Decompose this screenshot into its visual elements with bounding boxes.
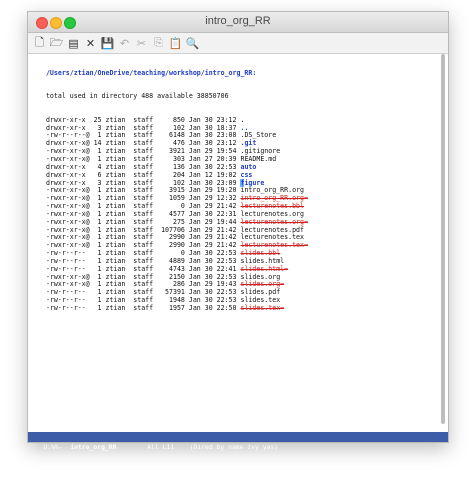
file-metadata: -rw-r--r-- 1 ztian staff 1948 Jan 30 22:… <box>38 296 241 305</box>
open-folder-icon[interactable]: 🗁 <box>49 36 64 51</box>
file-metadata: drwxr-xr-x 3 ztian staff 102 Jan 30 18:3… <box>38 123 241 132</box>
file-metadata: -rwxr-xr-x@ 1 ztian staff 286 Jan 29 19:… <box>38 280 241 289</box>
file-metadata: -rwxr-xr-x@ 1 ztian staff 2990 Jan 29 21… <box>38 233 241 242</box>
mode-line-position: All L11 <box>147 443 175 451</box>
file-name[interactable]: slides.tex~ <box>240 304 284 312</box>
file-metadata: -rwxr-xr-x@ 1 ztian staff 275 Jan 29 19:… <box>38 217 241 226</box>
mode-line-status: U:%%- <box>43 443 63 451</box>
file-name[interactable]: slides.html <box>240 257 284 265</box>
close-buffer-icon[interactable]: ✕ <box>83 36 98 51</box>
window-title: intro_org_RR <box>205 15 271 27</box>
file-metadata: -rw-r--r-- 1 ztian staff 57391 Jan 30 22… <box>38 288 241 297</box>
toolbar: 🗋 🗁 ▤ ✕ 💾 ↶ ✂ ⎘ 📋 🔍 <box>28 33 448 54</box>
file-metadata: drwxr-xr-x 3 ztian staff 102 Jan 30 23:0… <box>38 178 241 187</box>
file-name[interactable]: . <box>240 116 244 124</box>
file-metadata: -rwxr-xr-x@ 1 ztian staff 3921 Jan 29 19… <box>38 147 241 156</box>
new-file-icon[interactable]: 🗋 <box>32 36 47 51</box>
file-metadata: drwxr-xr-x 25 ztian staff 850 Jan 30 23:… <box>38 115 241 124</box>
file-metadata: -rw-r--r-- 1 ztian staff 0 Jan 30 22:53 <box>38 249 241 258</box>
file-name[interactable]: lecturenotes.org <box>240 210 304 218</box>
title-bar: intro_org_RR <box>28 12 448 33</box>
file-name[interactable]: slides.html~ <box>240 265 288 273</box>
file-name[interactable]: slides.tex <box>240 296 280 304</box>
search-icon[interactable]: 🔍 <box>185 36 200 51</box>
mode-line: U:%%- intro_org_RR All L11 (Dired by nam… <box>28 432 448 451</box>
file-name[interactable]: auto <box>240 163 256 171</box>
file-metadata: -rwxr-xr-x@ 1 ztian staff 4577 Jan 30 22… <box>38 209 241 218</box>
file-name[interactable]: README.md <box>240 155 276 163</box>
dired-buffer[interactable]: /Users/ztian/OneDrive/teaching/workshop/… <box>28 54 448 432</box>
file-name[interactable]: lecturenotes.tex~ <box>240 241 308 249</box>
text-cursor: f <box>240 178 245 187</box>
emacs-window: intro_org_RR 🗋 🗁 ▤ ✕ 💾 ↶ ✂ ⎘ 📋 🔍 /Users/ztian/One… <box>27 11 449 451</box>
file-name[interactable]: lecturenotes.bbl <box>240 202 304 210</box>
file-metadata: -rwxr-xr-x@ 1 ztian staff 0 Jan 29 21:42 <box>38 202 241 211</box>
file-name[interactable]: lecturenotes.pdf <box>240 226 304 234</box>
paste-icon[interactable]: 📋 <box>168 36 183 51</box>
file-name[interactable]: slides.pdf <box>240 288 280 296</box>
mode-line-modes: (Dired by name ivy yas) <box>189 443 279 451</box>
file-metadata: drwxr-xr-x@ 14 ztian staff 476 Jan 30 23… <box>38 139 241 148</box>
file-metadata: drwxr-xr-x 6 ztian staff 204 Jan 12 19:0… <box>38 170 241 179</box>
copy-icon[interactable]: ⎘ <box>151 36 166 51</box>
file-name[interactable]: css <box>240 171 252 179</box>
file-metadata: -rwxr-xr-x@ 1 ztian staff 3915 Jan 29 19… <box>38 186 241 195</box>
file-metadata: -rwxr-xr-x@ 1 ztian staff 303 Jan 27 20:… <box>38 154 241 163</box>
file-metadata: -rwxr-xr-x@ 1 ztian staff 2990 Jan 29 21… <box>38 241 241 250</box>
file-name[interactable]: intro_org_RR.org <box>240 186 304 194</box>
file-metadata: drwxr-xr-x 4 ztian staff 136 Jan 30 22:5… <box>38 162 241 171</box>
file-name[interactable]: .. <box>240 124 248 132</box>
file-name[interactable]: intro_org_RR.org~ <box>240 194 308 202</box>
scrollbar-thumb[interactable] <box>441 54 445 424</box>
directory-total: total used in directory 488 available 38… <box>38 92 229 101</box>
dired-row[interactable]: -rw-r--r-- 1 ztian staff 1957 Jan 30 22:… <box>38 304 448 313</box>
file-metadata: -rw-r--r-- 1 ztian staff 1957 Jan 30 22:… <box>38 304 241 312</box>
file-name[interactable]: .git <box>240 139 256 147</box>
file-metadata: -rw-r--r-- 1 ztian staff 4743 Jan 30 22:… <box>38 264 241 273</box>
file-name[interactable]: .DS_Store <box>240 131 276 140</box>
file-name[interactable]: slides.org~ <box>240 280 284 289</box>
file-name[interactable]: .gitignore <box>240 147 280 155</box>
file-name[interactable]: slides.bbl <box>240 249 280 257</box>
undo-icon[interactable]: ↶ <box>117 36 132 51</box>
file-metadata: -rw-r--r--@ 1 ztian staff 6148 Jan 30 23… <box>38 131 241 140</box>
file-metadata: -rw-r--r-- 1 ztian staff 4889 Jan 30 22:… <box>38 256 241 265</box>
mode-line-buffer-name: intro_org_RR <box>70 443 117 451</box>
directory-header: /Users/ztian/OneDrive/teaching/workshop/… <box>38 68 257 77</box>
vertical-scrollbar[interactable] <box>440 54 447 432</box>
file-name[interactable]: figure <box>240 178 264 187</box>
cut-icon[interactable]: ✂ <box>134 36 149 51</box>
save-icon[interactable]: 💾 <box>100 36 115 51</box>
file-metadata: -rwxr-xr-x@ 1 ztian staff 107706 Jan 29 … <box>38 225 241 234</box>
file-metadata: -rwxr-xr-x@ 1 ztian staff 1059 Jan 29 12… <box>38 194 241 203</box>
file-name[interactable]: slides.org <box>240 273 280 281</box>
file-metadata: -rwxr-xr-x@ 1 ztian staff 2150 Jan 30 22… <box>38 272 241 281</box>
dired-icon[interactable]: ▤ <box>66 36 81 51</box>
file-name[interactable]: lecturenotes.tex <box>240 233 304 241</box>
file-name[interactable]: lecturenotes.org~ <box>240 218 308 226</box>
